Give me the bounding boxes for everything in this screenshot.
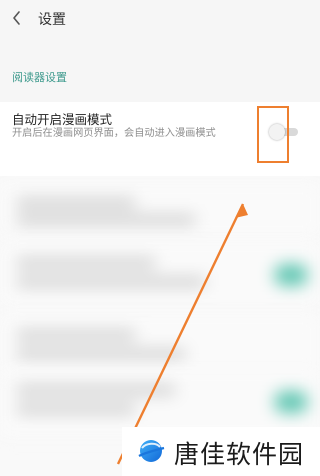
watermark: 唐佳软件园 [122, 427, 320, 476]
watermark-text: 唐佳软件园 [174, 440, 305, 469]
annotation-highlight-box [257, 106, 289, 163]
page-title: 设置 [38, 12, 66, 28]
globe-icon [136, 436, 166, 466]
top-bar: 设置 [0, 0, 320, 38]
section-title: 阅读器设置 [12, 71, 67, 84]
chevron-left-icon[interactable] [10, 9, 24, 27]
setting-description: 开启后在漫画网页界面，会自动进入漫画模式 [12, 128, 216, 139]
